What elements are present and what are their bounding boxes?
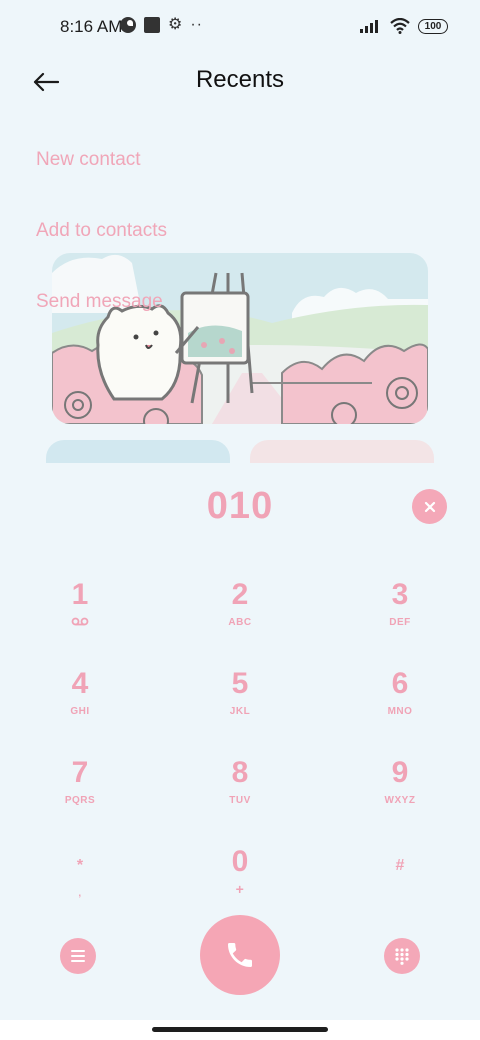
key-digit: 8 [231,756,249,789]
key-digit: 9 [391,756,409,789]
key-1[interactable]: 1 [20,578,140,648]
close-icon [424,501,435,512]
status-bar: 8:16 AM ⚙ ·· 100 [0,0,480,56]
key-0[interactable]: 0 + [180,845,300,915]
key-letters: DEF [389,617,411,628]
phone-icon [228,943,252,967]
send-message-action[interactable]: Send message [36,291,163,313]
key-letters: PQRS [64,795,96,806]
key-9[interactable]: 9 WXYZ [340,756,460,826]
key-letters: JKL [229,706,251,717]
dialpad-toggle-button[interactable] [384,938,420,974]
dialpad-icon [395,948,409,965]
key-letters: WXYZ [384,795,416,806]
key-digit: # [395,857,405,874]
key-letters: MNO [387,706,413,717]
key-digit: 3 [391,578,409,611]
key-digit: 6 [391,667,409,700]
dialed-number: 010 [206,485,274,527]
menu-icon [71,950,85,962]
key-6[interactable]: 6 MNO [340,667,460,737]
call-button[interactable] [200,915,280,995]
key-letters: ABC [228,617,252,628]
gear-icon: ⚙ [168,16,183,33]
delete-digit-button[interactable] [412,489,447,524]
square-icon [144,17,160,33]
key-digit: 5 [231,667,249,700]
key-letters: , [78,888,82,899]
header: Recents [0,56,480,112]
status-system-icons: 100 [360,18,448,34]
key-digit: 4 [71,667,89,700]
key-letters: GHI [70,706,90,717]
key-digit: * [76,857,84,874]
key-pound[interactable]: # [340,845,460,915]
voicemail-icon [71,617,89,626]
menu-button[interactable] [60,938,96,974]
new-contact-action[interactable]: New contact [36,149,141,171]
key-8[interactable]: 8 TUV [180,756,300,826]
key-4[interactable]: 4 GHI [20,667,140,737]
key-digit: 2 [231,578,249,611]
key-digit: 7 [71,756,89,789]
theme-illustration [52,253,428,424]
key-7[interactable]: 7 PQRS [20,756,140,826]
wifi-icon [390,18,410,34]
more-dots-icon: ·· [190,16,203,33]
key-5[interactable]: 5 JKL [180,667,300,737]
status-notification-icons: ⚙ ·· [120,17,203,33]
key-2[interactable]: 2 ABC [180,578,300,648]
key-letters: + [235,881,245,897]
key-digit: 1 [71,578,89,611]
key-3[interactable]: 3 DEF [340,578,460,648]
page-title: Recents [195,66,285,93]
home-indicator[interactable] [152,1027,328,1032]
battery-icon: 100 [418,18,448,34]
signal-icon [360,20,378,33]
key-letters: TUV [229,795,251,806]
key-star[interactable]: * , [20,845,140,915]
vpn-icon [120,17,136,33]
key-digit: 0 [231,845,249,878]
add-to-contacts-action[interactable]: Add to contacts [36,220,167,242]
status-time: 8:16 AM [60,17,123,36]
